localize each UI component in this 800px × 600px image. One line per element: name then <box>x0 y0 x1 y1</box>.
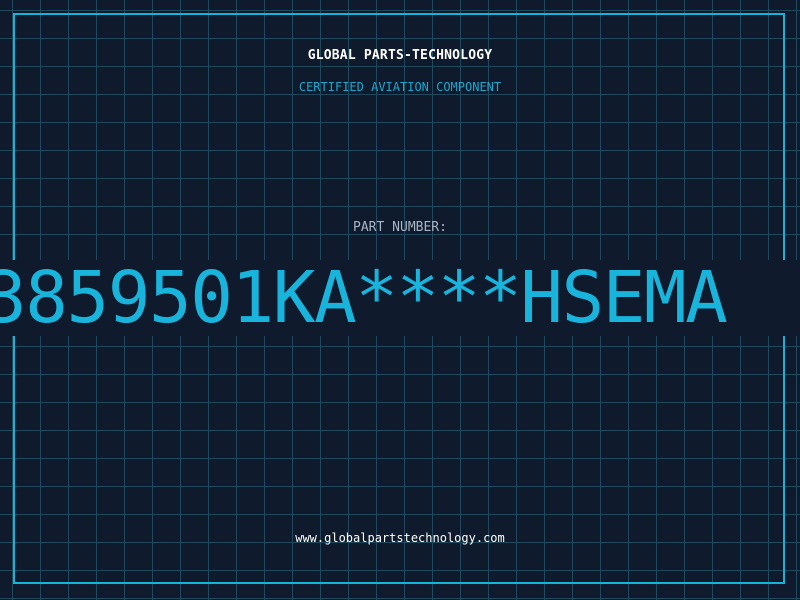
website-url: www.globalpartstechnology.com <box>295 531 505 545</box>
part-number-value: 3859501KA****HSEMA <box>0 260 728 336</box>
part-label-card: GLOBAL PARTS-TECHNOLOGY CERTIFIED AVIATI… <box>0 0 800 600</box>
certification-tagline: CERTIFIED AVIATION COMPONENT <box>298 80 502 94</box>
company-name: GLOBAL PARTS-TECHNOLOGY <box>307 48 493 63</box>
part-number-band: 3859501KA****HSEMA <box>0 260 800 336</box>
part-number-label: PART NUMBER: <box>353 220 447 235</box>
